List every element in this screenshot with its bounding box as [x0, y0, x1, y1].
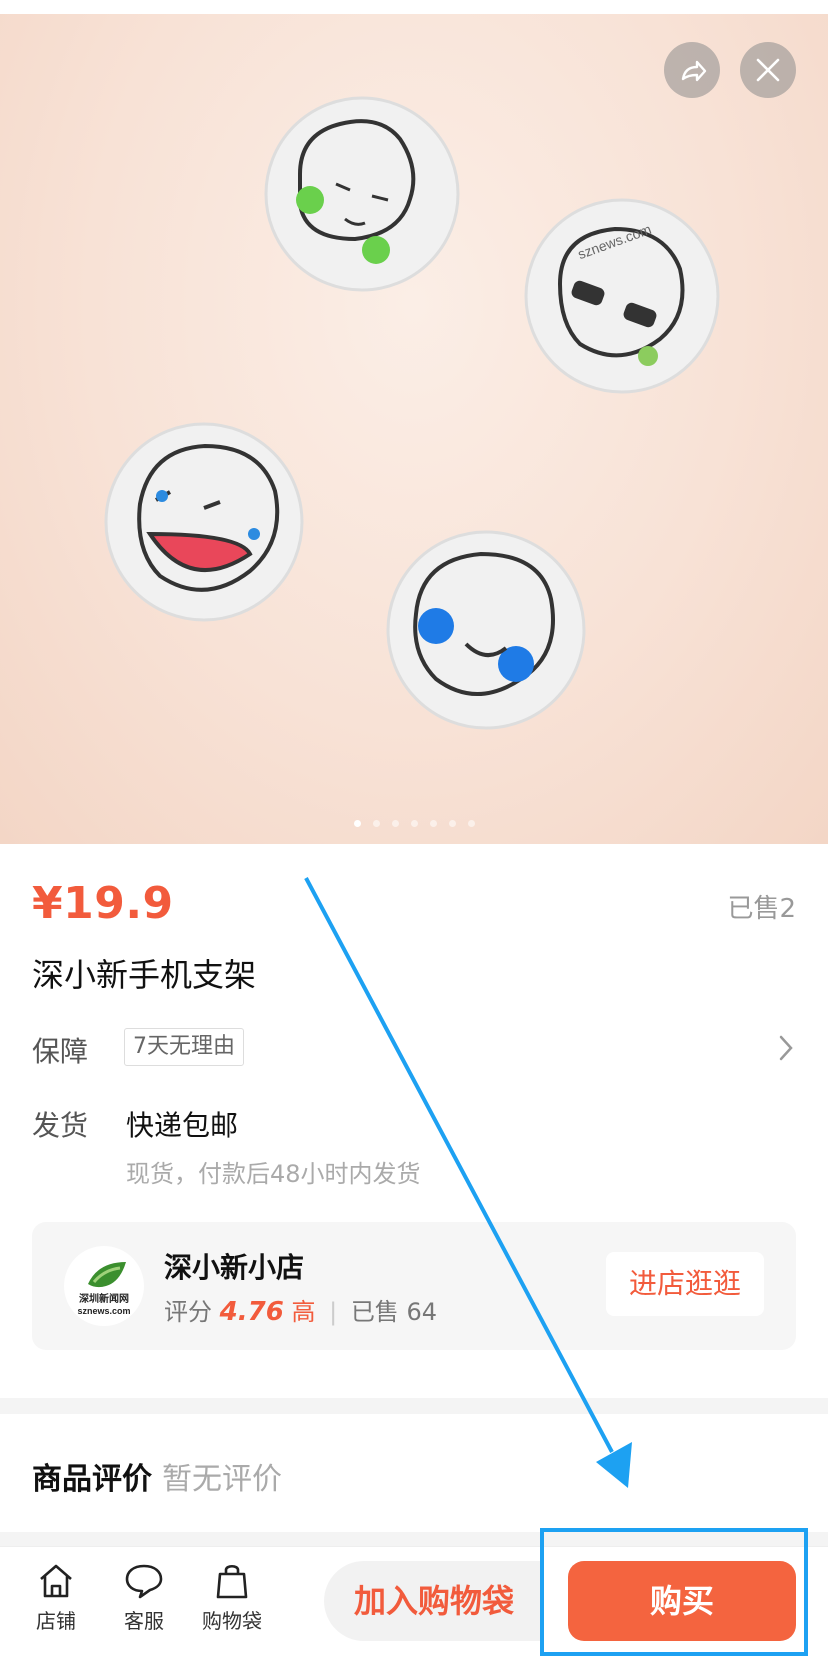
section-divider — [0, 1398, 828, 1414]
chevron-right-icon[interactable] — [778, 1034, 794, 1062]
reviews-section[interactable]: 商品评价 暂无评价 — [32, 1454, 282, 1498]
enter-shop-button[interactable]: 进店逛逛 — [606, 1252, 764, 1316]
pagination-dot[interactable] — [429, 820, 437, 827]
chat-icon — [125, 1564, 163, 1599]
pagination-dot[interactable] — [410, 820, 418, 827]
annotation-highlight-box — [540, 1528, 808, 1656]
sticker-face-3 — [104, 422, 304, 622]
product-title: 深小新手机支架 — [32, 956, 257, 994]
shipping-label: 发货 — [32, 1109, 89, 1142]
shop-card[interactable]: 深圳新闻网 sznews.com 深小新小店 评分 4.76 高 | 已售 64… — [32, 1222, 796, 1350]
nav-customer-service-label: 客服 — [124, 1609, 164, 1633]
shop-logo-image: 深圳新闻网 sznews.com — [77, 1262, 131, 1316]
product-photo: sznews.com — [104, 96, 720, 730]
svg-text:sznews.com: sznews.com — [77, 1306, 130, 1316]
add-to-bag-button[interactable]: 加入购物袋 — [324, 1561, 544, 1641]
pagination-dot[interactable] — [467, 820, 475, 827]
guarantee-label: 保障 — [32, 1035, 89, 1068]
shop-score: 4.76 — [219, 1297, 284, 1327]
close-icon — [756, 58, 780, 82]
sticker-face-4 — [386, 530, 586, 730]
shop-sold-count: 64 — [406, 1298, 437, 1326]
shop-name: 深小新小店 — [164, 1251, 305, 1284]
nav-shop-label: 店铺 — [36, 1609, 76, 1633]
shop-sold-label: 已售 — [350, 1298, 399, 1326]
gallery-pagination — [0, 820, 828, 827]
reviews-title: 商品评价 — [32, 1462, 152, 1497]
share-button[interactable] — [664, 42, 720, 98]
shipping-method: 快递包邮 — [126, 1109, 239, 1142]
sticker-face-2: sznews.com — [524, 198, 720, 394]
sticker-face-1 — [264, 96, 460, 292]
top-strip — [0, 0, 828, 14]
score-label: 评分 — [164, 1298, 212, 1326]
nav-customer-service[interactable]: 客服 — [104, 1561, 184, 1634]
pagination-dot[interactable] — [372, 820, 380, 827]
score-level: 高 — [291, 1298, 316, 1326]
meta-separator: | — [329, 1298, 338, 1326]
home-icon — [40, 1564, 72, 1598]
svg-text:深圳新闻网: 深圳新闻网 — [79, 1292, 129, 1305]
reviews-status: 暂无评价 — [162, 1462, 282, 1497]
product-price: ¥19.9 — [32, 878, 174, 929]
close-button[interactable] — [740, 42, 796, 98]
pagination-dot[interactable] — [391, 820, 399, 827]
product-image-gallery[interactable]: sznews.com — [0, 14, 828, 844]
shipping-note: 现货，付款后48小时内发货 — [126, 1160, 421, 1188]
share-icon — [681, 60, 707, 82]
nav-shop[interactable]: 店铺 — [16, 1561, 96, 1634]
bag-icon — [216, 1564, 248, 1599]
shop-meta: 评分 4.76 高 | 已售 64 — [164, 1292, 437, 1327]
nav-shopping-bag-label: 购物袋 — [202, 1609, 262, 1633]
guarantee-tag[interactable]: 7天无理由 — [124, 1028, 244, 1066]
pagination-dot[interactable] — [353, 820, 361, 827]
sold-count: 已售2 — [727, 894, 796, 924]
nav-shopping-bag[interactable]: 购物袋 — [192, 1561, 272, 1634]
shop-logo[interactable]: 深圳新闻网 sznews.com — [64, 1246, 144, 1326]
pagination-dot[interactable] — [448, 820, 456, 827]
